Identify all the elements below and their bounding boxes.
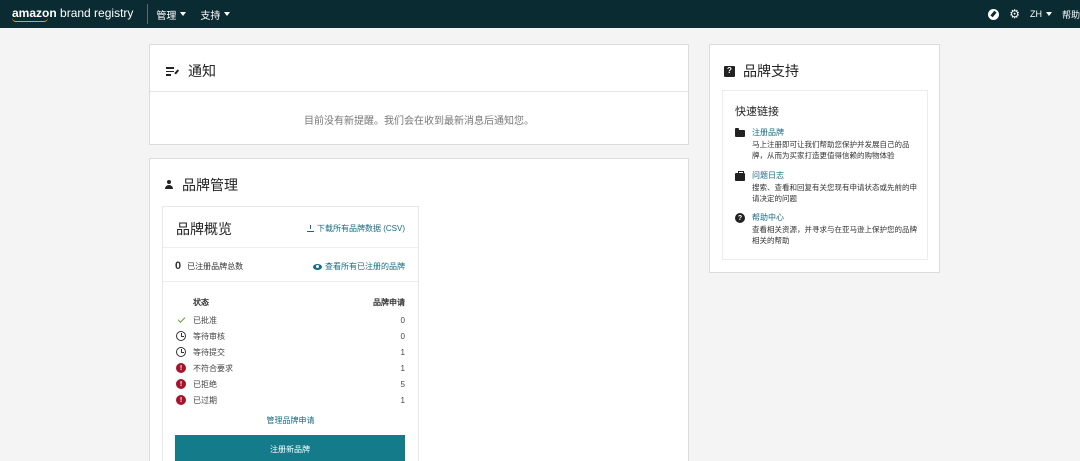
register-brand-description: 马上注册即可让我们帮助您保护并发展自己的品牌，从而为买家打造更值得信赖的购物体验 bbox=[752, 140, 910, 160]
total-brands-label: 已注册品牌总数 bbox=[187, 261, 244, 271]
nav-divider bbox=[147, 4, 149, 24]
table-row: 等待审核 0 bbox=[175, 328, 405, 344]
check-icon bbox=[177, 315, 185, 323]
briefcase-icon bbox=[735, 171, 745, 181]
status-count: 1 bbox=[400, 395, 405, 405]
brand-overview-title: 品牌概览 bbox=[176, 221, 232, 237]
status-count: 0 bbox=[400, 331, 405, 341]
register-brand-link[interactable]: 注册品牌 bbox=[752, 127, 917, 138]
top-navigation-bar: amazon brand registry 管理 支持 ⚙ ZH 帮助 bbox=[0, 0, 1080, 28]
compass-icon[interactable] bbox=[988, 8, 1000, 20]
chevron-down-icon bbox=[180, 12, 187, 16]
quick-link-case-log: 问题日志 搜索、查看和回复有关您现有申请状态或先前的申请决定的问题 bbox=[735, 170, 917, 205]
manage-brand-applications-link[interactable]: 管理品牌申请 bbox=[163, 415, 418, 426]
divider bbox=[150, 91, 688, 92]
divider bbox=[163, 247, 418, 248]
notifications-title: 通知 bbox=[188, 63, 216, 79]
divider bbox=[163, 281, 418, 282]
total-brands-count: 0 bbox=[175, 260, 182, 272]
status-label: 等待提交 bbox=[193, 347, 225, 357]
case-log-link[interactable]: 问题日志 bbox=[752, 170, 917, 181]
download-csv-label: 下载所有品牌数据 (CSV) bbox=[317, 224, 405, 233]
support-menu[interactable]: 支持 bbox=[200, 7, 231, 22]
support-menu-label: 支持 bbox=[200, 10, 221, 22]
brand-support-title: 品牌支持 bbox=[743, 63, 799, 79]
status-label: 已拒绝 bbox=[193, 379, 217, 389]
eye-icon bbox=[313, 263, 322, 270]
amazon-smile-logo bbox=[12, 18, 48, 22]
status-count: 1 bbox=[400, 363, 405, 373]
language-label: ZH bbox=[1029, 9, 1042, 19]
status-count: 0 bbox=[400, 315, 405, 325]
status-count: 1 bbox=[400, 347, 405, 357]
question-icon: ? bbox=[735, 213, 745, 223]
column-status: 状态 bbox=[193, 298, 209, 307]
table-row: ! 不符合要求 1 bbox=[175, 360, 405, 376]
table-row: ! 已过期 1 bbox=[175, 392, 405, 408]
download-csv-link[interactable]: 下载所有品牌数据 (CSV) bbox=[307, 223, 405, 234]
help-menu[interactable]: 帮助 bbox=[1062, 8, 1080, 21]
help-center-description: 查看相关资源，并寻求与在亚马逊上保护您的品牌相关的帮助 bbox=[752, 225, 917, 245]
quick-links-panel: 快速链接 注册品牌 马上注册即可让我们帮助您保护并发展自己的品牌，从而为买家打造… bbox=[722, 90, 928, 260]
status-count: 5 bbox=[400, 379, 405, 389]
gear-icon[interactable]: ⚙ bbox=[1009, 8, 1020, 20]
amazon-brand-registry-logo[interactable]: amazon brand registry bbox=[12, 7, 133, 22]
logo-product-text: brand registry bbox=[60, 5, 134, 20]
chevron-down-icon bbox=[1045, 12, 1052, 16]
view-all-brands-link[interactable]: 查看所有已注册的品牌 bbox=[313, 261, 405, 272]
column-brand-applications: 品牌申请 bbox=[373, 298, 405, 307]
status-label: 不符合要求 bbox=[193, 363, 233, 373]
brand-management-title: 品牌管理 bbox=[182, 177, 238, 193]
quick-links-title: 快速链接 bbox=[735, 106, 779, 118]
notifications-card: 通知 目前没有新提醒。我们会在收到最新消息后通知您。 bbox=[149, 44, 689, 145]
status-table: 已批准 0 等待审核 0 等待提交 1 ! 不符合要求 1 ! 已拒绝 5 ! … bbox=[175, 312, 405, 408]
chevron-down-icon bbox=[224, 12, 231, 16]
quick-link-register-brand: 注册品牌 马上注册即可让我们帮助您保护并发展自己的品牌，从而为买家打造更值得信赖… bbox=[735, 127, 917, 162]
brand-overview-panel: 品牌概览 下载所有品牌数据 (CSV) 0 已注册品牌总数 查看所有已注册的品牌… bbox=[162, 206, 419, 461]
notification-list-icon bbox=[166, 66, 180, 76]
register-new-brand-button[interactable]: 注册新品牌 bbox=[175, 435, 405, 461]
status-label: 已批准 bbox=[193, 315, 217, 325]
table-row: ! 已拒绝 5 bbox=[175, 376, 405, 392]
status-label: 已过期 bbox=[193, 395, 217, 405]
quick-link-help-center: ? 帮助中心 查看相关资源，并寻求与在亚马逊上保护您的品牌相关的帮助 bbox=[735, 212, 917, 247]
help-center-link[interactable]: 帮助中心 bbox=[752, 212, 917, 223]
case-log-description: 搜索、查看和回复有关您现有申请状态或先前的申请决定的问题 bbox=[752, 183, 917, 203]
alert-icon: ! bbox=[176, 363, 186, 373]
clock-icon bbox=[176, 347, 186, 357]
manage-menu[interactable]: 管理 bbox=[156, 7, 187, 22]
alert-icon: ! bbox=[176, 379, 186, 389]
status-label: 等待审核 bbox=[193, 331, 225, 341]
view-all-brands-label: 查看所有已注册的品牌 bbox=[325, 262, 405, 271]
table-row: 等待提交 1 bbox=[175, 344, 405, 360]
language-selector[interactable]: ZH bbox=[1030, 9, 1052, 19]
clock-icon bbox=[176, 331, 186, 341]
download-icon bbox=[307, 225, 314, 232]
alert-icon: ! bbox=[176, 395, 186, 405]
folder-icon bbox=[735, 128, 745, 137]
table-row: 已批准 0 bbox=[175, 312, 405, 328]
person-icon bbox=[164, 180, 174, 190]
question-square-icon: ? bbox=[724, 65, 735, 77]
manage-menu-label: 管理 bbox=[156, 10, 177, 22]
total-registered-brands: 0 已注册品牌总数 bbox=[175, 260, 243, 272]
notifications-empty-message: 目前没有新提醒。我们会在收到最新消息后通知您。 bbox=[304, 116, 534, 127]
status-table-header: 状态 品牌申请 bbox=[193, 297, 405, 308]
